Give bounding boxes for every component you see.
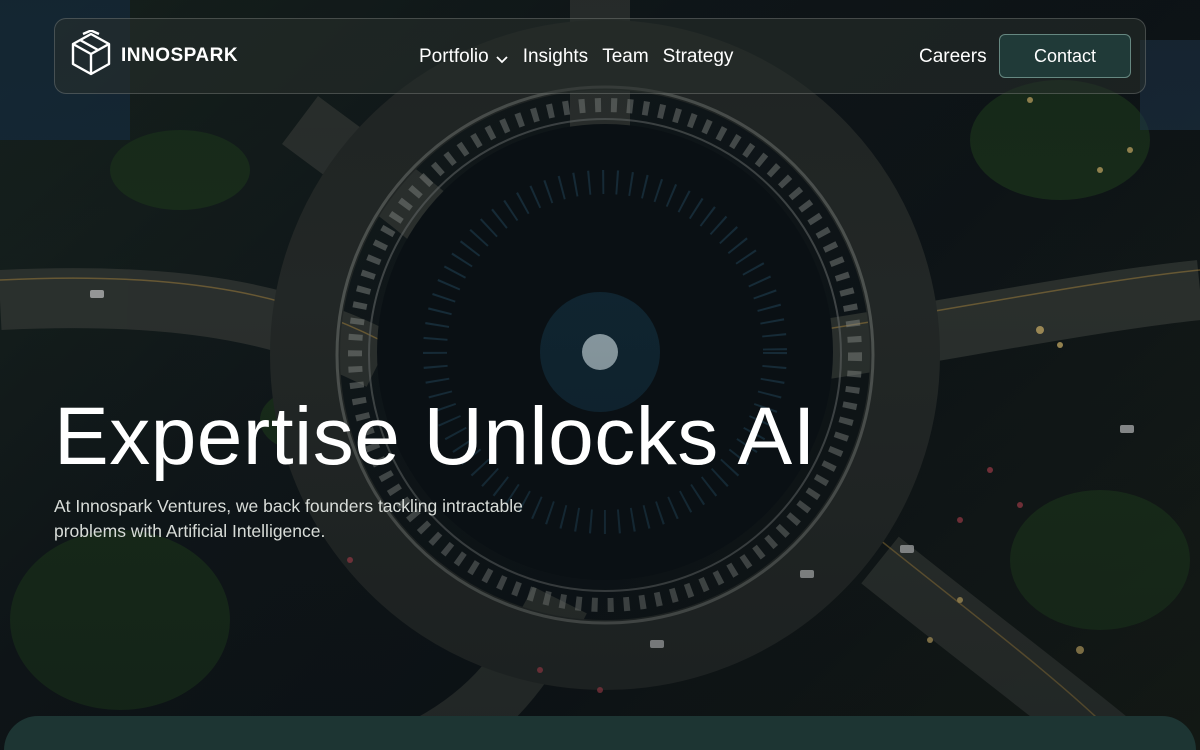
- box-logo-icon: [69, 28, 113, 83]
- brand-logo-link[interactable]: INNOSPARK: [69, 28, 239, 83]
- brand-name: INNOSPARK: [121, 45, 239, 66]
- nav-item-strategy[interactable]: Strategy: [663, 46, 734, 68]
- nav-item-insights[interactable]: Insights: [523, 46, 588, 68]
- contact-button[interactable]: Contact: [999, 34, 1131, 78]
- main-nav: Portfolio Insights Team Strategy: [419, 19, 733, 95]
- next-section-panel: [4, 716, 1196, 750]
- nav-item-label: Strategy: [662, 46, 734, 67]
- nav-item-team[interactable]: Team: [602, 46, 648, 68]
- hero-subtitle: At Innospark Ventures, we back founders …: [54, 496, 523, 541]
- nav-item-label: Insights: [522, 46, 589, 67]
- hero-title: Expertise Unlocks AI: [54, 391, 816, 482]
- navbar: INNOSPARK Portfolio Insights Team Strate…: [54, 18, 1146, 94]
- careers-link[interactable]: Careers: [919, 19, 987, 95]
- nav-item-label: Team: [602, 46, 649, 67]
- chevron-down-icon: [495, 50, 509, 64]
- nav-item-portfolio[interactable]: Portfolio: [419, 46, 509, 68]
- nav-item-label: Portfolio: [419, 46, 489, 67]
- hero-overlay: [0, 0, 1200, 750]
